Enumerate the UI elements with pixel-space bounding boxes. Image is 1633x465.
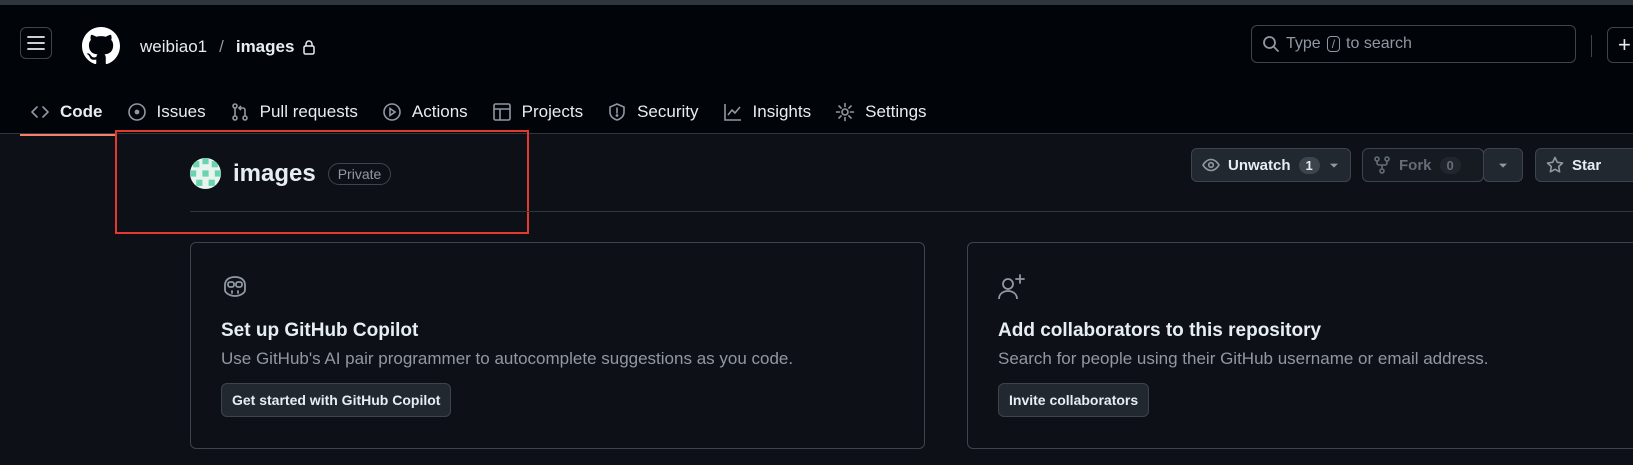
fork-label: Fork	[1399, 156, 1432, 174]
card-title: Add collaborators to this repository	[998, 320, 1322, 341]
pull-request-icon	[231, 103, 248, 121]
header-divider	[1591, 35, 1592, 57]
copilot-setup-card: Set up GitHub Copilot Use GitHub's AI pa…	[190, 242, 925, 449]
tab-label: Actions	[411, 102, 468, 121]
highlight-annotation-box	[115, 130, 529, 234]
breadcrumb-repo-link[interactable]: images	[236, 37, 295, 57]
tab-projects[interactable]: Projects	[482, 89, 597, 135]
gear-icon	[835, 102, 855, 122]
card-title: Set up GitHub Copilot	[221, 320, 419, 341]
graph-icon	[723, 104, 741, 121]
add-collaborators-card: Add collaborators to this repository Sea…	[967, 242, 1633, 449]
unwatch-label: Unwatch	[1228, 156, 1291, 174]
table-icon	[492, 103, 511, 121]
tab-label: Code	[60, 102, 103, 121]
breadcrumb-separator: /	[219, 37, 224, 56]
repo-main: images Private Unwatch 1 Fork 0 Star Set…	[0, 130, 1633, 465]
play-icon	[383, 103, 401, 121]
tab-label: Security	[637, 102, 699, 121]
tab-settings[interactable]: Settings	[825, 89, 940, 135]
star-button[interactable]: Star	[1535, 148, 1633, 182]
tab-insights[interactable]: Insights	[713, 89, 826, 135]
fork-icon	[1374, 156, 1390, 174]
search-input[interactable]: Type / to search	[1251, 25, 1576, 63]
menu-button[interactable]	[20, 27, 52, 59]
search-prefix: Type	[1286, 35, 1321, 52]
breadcrumb-owner-link[interactable]: weibiao1	[140, 37, 207, 57]
search-shortcut-key: /	[1326, 36, 1341, 52]
person-add-icon	[996, 271, 1028, 303]
invite-collaborators-button[interactable]: Invite collaborators	[998, 383, 1150, 417]
tab-label: Projects	[521, 102, 584, 121]
tab-label: Settings	[865, 102, 927, 121]
issue-icon	[127, 103, 146, 121]
watch-count: 1	[1298, 156, 1320, 174]
unwatch-button[interactable]: Unwatch 1	[1191, 148, 1351, 182]
tab-actions[interactable]: Actions	[372, 89, 482, 135]
fork-count: 0	[1439, 156, 1461, 174]
app-header: weibiao1 / images Type / to search + Cod…	[0, 5, 1633, 136]
fork-dropdown-button[interactable]	[1483, 148, 1523, 182]
card-description: Search for people using their GitHub use…	[998, 349, 1489, 368]
tab-code[interactable]: Code	[20, 89, 117, 136]
tab-label: Insights	[752, 102, 812, 121]
breadcrumb: weibiao1 / images	[140, 37, 316, 57]
tab-label: Issues	[156, 102, 206, 121]
tab-pull-requests[interactable]: Pull requests	[220, 89, 372, 135]
get-started-copilot-button[interactable]: Get started with GitHub Copilot	[221, 383, 452, 417]
hamburger-icon	[27, 36, 45, 50]
tab-label: Pull requests	[259, 102, 358, 121]
create-new-button[interactable]: +	[1607, 27, 1633, 63]
lock-icon	[303, 40, 316, 55]
star-icon	[1546, 156, 1564, 173]
copilot-icon	[219, 271, 251, 303]
search-suffix: to search	[1346, 35, 1412, 52]
card-description: Use GitHub's AI pair programmer to autoc…	[221, 349, 794, 368]
tab-security[interactable]: Security	[597, 89, 712, 135]
chevron-down-icon	[1329, 163, 1338, 168]
github-logo-icon[interactable]	[82, 27, 120, 65]
star-label: Star	[1572, 156, 1602, 174]
plus-icon: +	[1618, 32, 1631, 57]
code-icon	[31, 106, 49, 118]
repo-nav: Code Issues Pull requests Actions Projec…	[20, 89, 941, 136]
shield-icon	[609, 103, 625, 121]
repo-header-divider	[190, 211, 1633, 212]
chevron-down-icon	[1499, 163, 1507, 168]
tab-issues[interactable]: Issues	[117, 89, 220, 135]
search-icon	[1263, 36, 1279, 52]
fork-button[interactable]: Fork 0	[1362, 148, 1484, 182]
eye-icon	[1202, 158, 1220, 172]
